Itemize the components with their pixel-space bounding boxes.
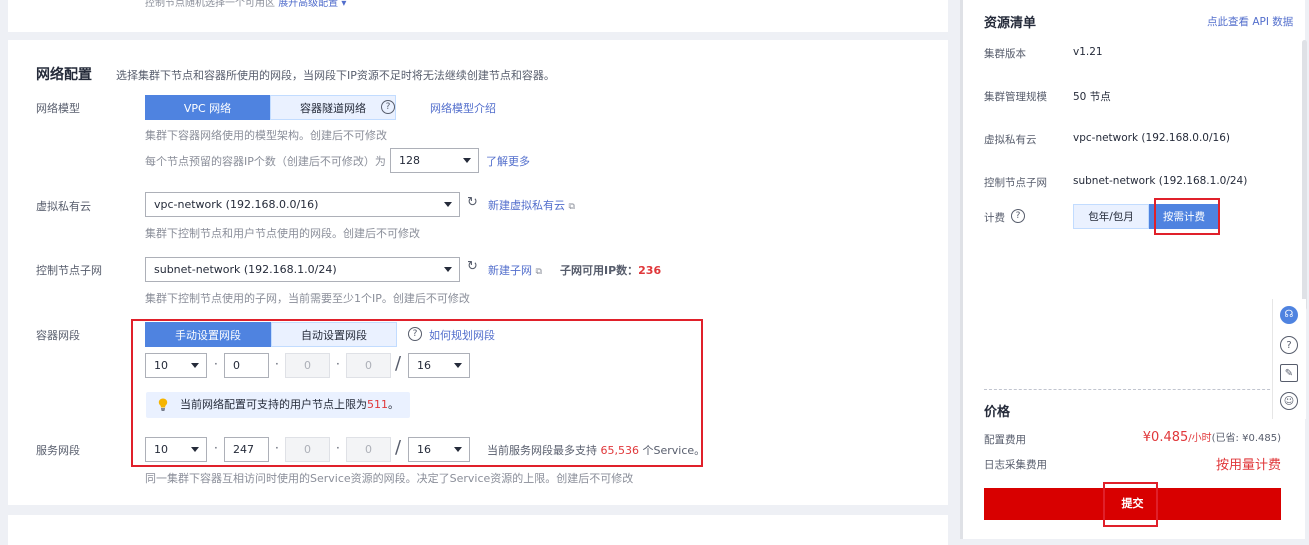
container-cidr-label: 容器网段 (36, 329, 80, 342)
row-key-vpc: 虚拟私有云 (984, 134, 1037, 146)
refresh-icon[interactable]: ↻ (467, 259, 478, 274)
chevron-down-icon (444, 267, 452, 272)
floating-toolbar: ☊ ? ✎ ☺ (1272, 299, 1306, 419)
network-model-intro-link[interactable]: 网络模型介绍 (430, 100, 496, 116)
network-config-card: 网络配置 选择集群下节点和容器所使用的网段，当网段下IP资源不足时将无法继续创建… (8, 40, 948, 505)
config-fee-label: 配置费用 (984, 434, 1026, 446)
resource-title: 资源清单 (984, 16, 1037, 31)
external-link-icon: ⧉ (568, 202, 575, 212)
subnet-available-ips: 子网可用IP数：236 (560, 264, 662, 277)
help-icon: ? (381, 100, 395, 114)
new-subnet-link[interactable]: 新建子网 ⧉ (488, 262, 542, 278)
previous-section: 控制节点随机选择一个可用区 展开高级配置 ▾ (8, 0, 948, 32)
option-vpc-network[interactable]: VPC 网络 (145, 95, 270, 120)
row-value-vpc: vpc-network (192.168.0.0/16) (1073, 132, 1230, 144)
row-key-subnet: 控制节点子网 (984, 177, 1047, 189)
option-yearly-monthly[interactable]: 包年/包月 (1073, 204, 1149, 229)
config-fee-value: ¥0.485/小时(已省: ¥0.485) (1142, 430, 1281, 445)
service-cidr-label: 服务网段 (36, 444, 80, 457)
chevron-down-icon: ▾ (341, 0, 347, 9)
subnet-help: 集群下控制节点使用的子网，当前需要至少1个IP。创建后不可修改 (145, 292, 470, 305)
network-model-help: 集群下容器网络使用的模型架构。创建后不可修改 (145, 129, 387, 142)
row-value-version: v1.21 (1073, 46, 1103, 58)
row-value-scale: 50 节点 (1073, 91, 1111, 103)
vpc-label: 虚拟私有云 (36, 200, 91, 213)
subnet-select[interactable]: subnet-network (192.168.1.0/24) (145, 257, 460, 282)
chevron-down-icon (463, 158, 471, 163)
vpc-select[interactable]: vpc-network (192.168.0.0/16) (145, 192, 460, 217)
billing-label: 计费 (984, 212, 1005, 224)
resource-panel: 资源清单 点此查看 API 数据 集群版本 v1.21 集群管理规模 50 节点… (960, 0, 1305, 539)
highlight-box (1154, 198, 1220, 235)
section-title: 网络配置 (36, 67, 92, 83)
row-key-scale: 集群管理规模 (984, 91, 1047, 103)
new-vpc-link[interactable]: 新建虚拟私有云 ⧉ (488, 197, 575, 213)
scrollbar[interactable] (1302, 40, 1307, 310)
api-data-link[interactable]: 点此查看 API 数据 (1207, 14, 1293, 29)
ip-reserve-label: 每个节点预留的容器IP个数（创建后不可修改）为 (145, 155, 386, 168)
highlight-box (131, 319, 703, 467)
price-title: 价格 (984, 405, 1011, 420)
help-icon: ? (1011, 209, 1025, 223)
headset-icon[interactable]: ☊ (1280, 306, 1298, 324)
row-value-subnet: subnet-network (192.168.1.0/24) (1073, 175, 1248, 187)
ip-per-node-select[interactable]: 128 (390, 148, 479, 173)
learn-more-link[interactable]: 了解更多 (486, 153, 530, 169)
advanced-config-link[interactable]: 展开高级配置 (278, 0, 338, 9)
next-section (8, 515, 948, 545)
az-hint: 控制节点随机选择一个可用区 展开高级配置 ▾ (145, 0, 347, 9)
smile-icon[interactable]: ☺ (1280, 392, 1298, 410)
feedback-icon[interactable]: ✎ (1280, 364, 1298, 382)
network-model-switch: VPC 网络 容器隧道网络 (145, 95, 396, 120)
external-link-icon: ⧉ (535, 267, 542, 277)
highlight-box (1103, 482, 1158, 527)
option-tunnel-network[interactable]: 容器隧道网络 (270, 95, 396, 120)
section-desc: 选择集群下节点和容器所使用的网段，当网段下IP资源不足时将无法继续创建节点和容器… (116, 69, 555, 82)
refresh-icon[interactable]: ↻ (467, 195, 478, 210)
service-cidr-help: 同一集群下容器互相访问时使用的Service资源的网段。决定了Service资源… (145, 472, 634, 485)
vpc-help: 集群下控制节点和用户节点使用的网段。创建后不可修改 (145, 227, 420, 240)
network-model-label: 网络模型 (36, 102, 80, 115)
question-icon[interactable]: ? (1280, 336, 1298, 354)
row-key-version: 集群版本 (984, 48, 1026, 60)
log-fee-label: 日志采集费用 (984, 459, 1047, 471)
chevron-down-icon (444, 202, 452, 207)
subnet-label: 控制节点子网 (36, 264, 102, 277)
log-fee-value: 按用量计费 (1215, 458, 1281, 473)
